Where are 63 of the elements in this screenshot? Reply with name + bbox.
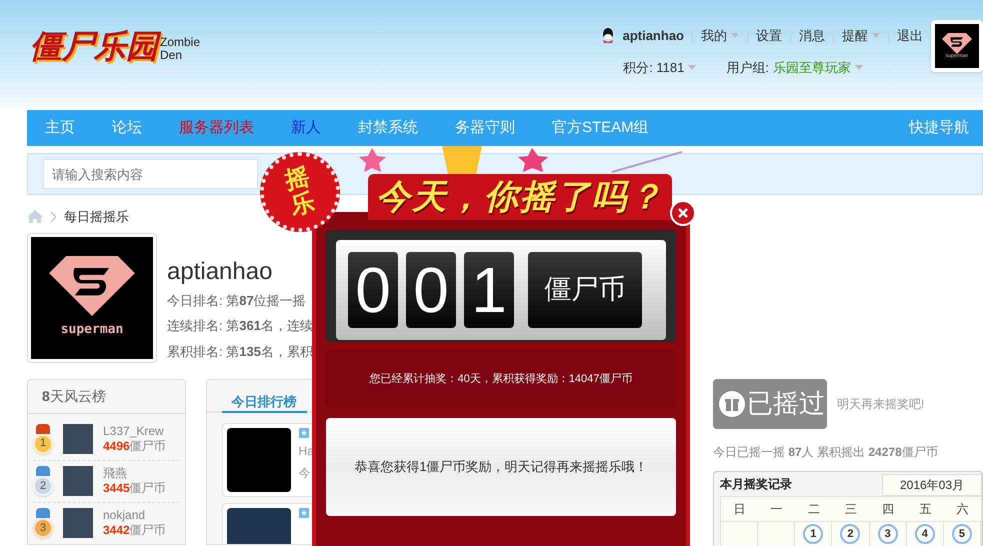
avatar-image — [226, 428, 291, 492]
calendar-day[interactable]: 2 — [840, 524, 860, 544]
gift-icon — [719, 390, 745, 416]
coin-amount: 3445僵尸币 — [103, 481, 166, 496]
counter-digit: 1 — [464, 252, 514, 328]
summary-text: 您已经累计抽奖：40天，累积获得奖励：14047僵尸币 — [370, 372, 632, 387]
calendar-day[interactable]: 5 — [952, 524, 972, 544]
chevron-icon — [51, 212, 56, 222]
avatar-image — [63, 424, 93, 454]
weekday-label: 六 — [955, 500, 970, 518]
logo-subtitle: Zombie Den — [160, 36, 202, 62]
counter-digit: 0 — [406, 252, 456, 328]
weekday-label: 一 — [770, 500, 784, 518]
message-text: 恭喜您获得1僵尸币奖励，明天记得再来摇摇乐哦！ — [354, 458, 648, 476]
weekday-label: 日 — [732, 500, 747, 518]
shield-icon — [942, 33, 972, 54]
search-field[interactable]: 请输入搜索内容 — [43, 159, 258, 189]
close-icon — [677, 207, 689, 219]
badge-text: 摇乐 — [282, 163, 318, 221]
calendar-title: 本月摇奖记录 — [720, 476, 792, 492]
user-menu-link[interactable]: 设置 — [756, 26, 782, 46]
shield-icon — [49, 256, 135, 316]
panel-title: 8天风云榜 — [28, 380, 185, 414]
counter-unit: 僵尸币 — [528, 252, 642, 328]
coin-amount: 3442僵尸币 — [103, 523, 166, 538]
caret-icon — [731, 33, 739, 38]
weekday-label: 三 — [844, 500, 858, 518]
avatar-image — [63, 466, 93, 496]
avatar-image — [63, 508, 93, 538]
caret-icon — [855, 64, 863, 70]
caret-icon — [688, 64, 696, 70]
hint-text: 明天再来摇奖吧! — [837, 396, 924, 412]
calendar-day[interactable]: 4 — [914, 524, 935, 544]
profile-username: aptianhao — [167, 258, 274, 284]
calendar-day[interactable]: 3 — [878, 524, 898, 544]
player-name: 飛燕 — [103, 466, 128, 481]
username-link[interactable]: aptianhao — [622, 26, 684, 46]
calendar-day[interactable]: 1 — [803, 524, 824, 544]
player-name: nokjand — [103, 508, 146, 523]
rank-line: 累积排名: 第135名，累积 — [167, 342, 313, 360]
user-menu-link[interactable]: 我的 — [701, 26, 739, 46]
weekday-label: 四 — [881, 500, 896, 518]
rank-line: 今日排名: 第87位摇一摇 — [167, 292, 307, 310]
penguin-icon — [600, 28, 615, 44]
user-menu-link[interactable]: 消息 — [799, 26, 825, 46]
breadcrumb-link[interactable]: 每日摇摇乐 — [64, 207, 129, 226]
player-name: L337_Krew — [103, 424, 165, 438]
rank-line: 连续排名: 第361名，连续 — [167, 317, 313, 335]
weekday-label: 二 — [806, 500, 821, 518]
rank-text: 今 — [298, 465, 312, 482]
points-link[interactable]: 积分: 1181 — [623, 58, 696, 77]
stats-text: 今日已摇一摇 87人 累积摇出 24278僵尸币 — [713, 444, 939, 460]
month-field[interactable]: 2016年03月 — [882, 474, 982, 496]
popup-title: 今天，你摇了吗？ — [376, 176, 664, 218]
user-menu-link[interactable]: 提醒 — [842, 26, 880, 46]
avatar-caption: superman — [60, 320, 124, 339]
group-label: 用户组: — [726, 58, 769, 76]
coin-amount: 4496僵尸币 — [103, 438, 166, 454]
counter-digit: 0 — [348, 252, 398, 328]
weekday-label: 五 — [918, 500, 932, 518]
caret-icon — [872, 33, 880, 38]
home-icon — [27, 210, 43, 224]
user-menu-link[interactable]: 退出 — [897, 26, 923, 46]
